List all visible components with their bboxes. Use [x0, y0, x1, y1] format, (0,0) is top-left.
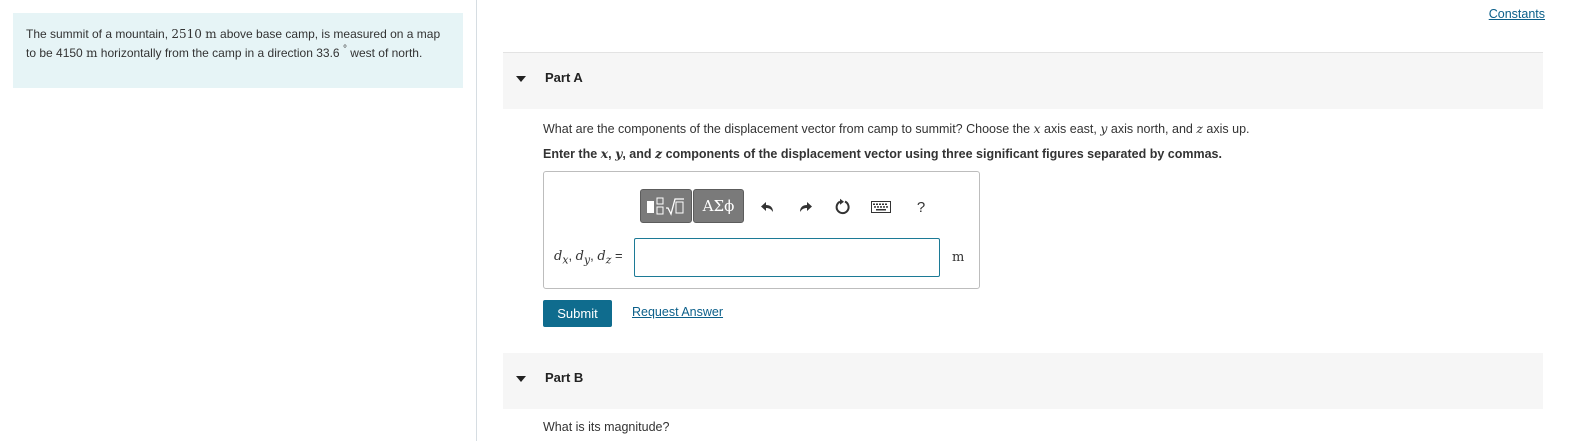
part-a-header[interactable]: Part A: [503, 53, 1543, 109]
templates-button[interactable]: [640, 189, 692, 223]
templates-icon: [647, 197, 684, 216]
undo-icon[interactable]: [757, 196, 779, 218]
equals-sign: =: [611, 248, 623, 263]
z-variable: z: [1196, 121, 1203, 136]
constants-link[interactable]: Constants: [1489, 7, 1545, 21]
instruction-separator: , and: [622, 147, 655, 161]
unit-label: m: [952, 250, 965, 265]
part-a-question: What are the components of the displacem…: [543, 121, 1250, 136]
reset-icon[interactable]: [832, 196, 854, 218]
redo-icon[interactable]: [794, 196, 816, 218]
answer-box: ΑΣϕ ? dx, dy, dz = m: [543, 171, 980, 289]
collapse-caret-icon[interactable]: [516, 76, 526, 82]
collapse-caret-icon[interactable]: [516, 376, 526, 382]
pane-divider: [476, 0, 477, 441]
problem-distance-unit: m: [86, 46, 98, 60]
part-a-title: Part A: [545, 70, 583, 85]
request-answer-link[interactable]: Request Answer: [632, 305, 723, 319]
problem-height-unit: m: [205, 27, 217, 41]
keyboard-icon[interactable]: [870, 196, 892, 218]
answer-input[interactable]: [634, 238, 940, 277]
problem-lead: The summit of a mountain,: [26, 27, 172, 41]
symbols-button[interactable]: ΑΣϕ: [693, 189, 744, 223]
question-text-3: axis north, and: [1107, 122, 1197, 136]
question-text-2: axis east,: [1040, 122, 1101, 136]
question-text-1: What are the components of the displacem…: [543, 122, 1034, 136]
x-variable: x: [1033, 121, 1041, 136]
problem-statement: The summit of a mountain, 2510 m above b…: [13, 13, 463, 88]
part-a-instruction: Enter the x, y, and z components of the …: [543, 146, 1222, 161]
question-text-4: axis up.: [1202, 122, 1250, 136]
problem-distance-value: 4150: [56, 46, 83, 60]
left-pane: The summit of a mountain, 2510 m above b…: [0, 0, 476, 441]
comma: ,: [568, 248, 576, 263]
submit-button[interactable]: Submit: [543, 300, 612, 327]
part-b-question: What is its magnitude?: [543, 420, 670, 434]
part-b-title: Part B: [545, 370, 584, 385]
d-variable: d: [575, 249, 584, 264]
d-variable: d: [597, 249, 606, 264]
answer-label: dx, dy, dz =: [554, 248, 623, 267]
problem-height-value: 2510: [171, 27, 202, 41]
instruction-text-1: Enter the: [543, 147, 601, 161]
x-variable: x: [600, 146, 609, 161]
part-b-header[interactable]: Part B: [503, 353, 1543, 409]
problem-tail: west of north.: [346, 46, 423, 60]
problem-angle-value: 33.6: [316, 46, 340, 60]
instruction-text-2: components of the displacement vector us…: [662, 147, 1222, 161]
help-icon[interactable]: ?: [910, 196, 932, 218]
problem-mid-2: horizontally from the camp in a directio…: [97, 46, 317, 60]
